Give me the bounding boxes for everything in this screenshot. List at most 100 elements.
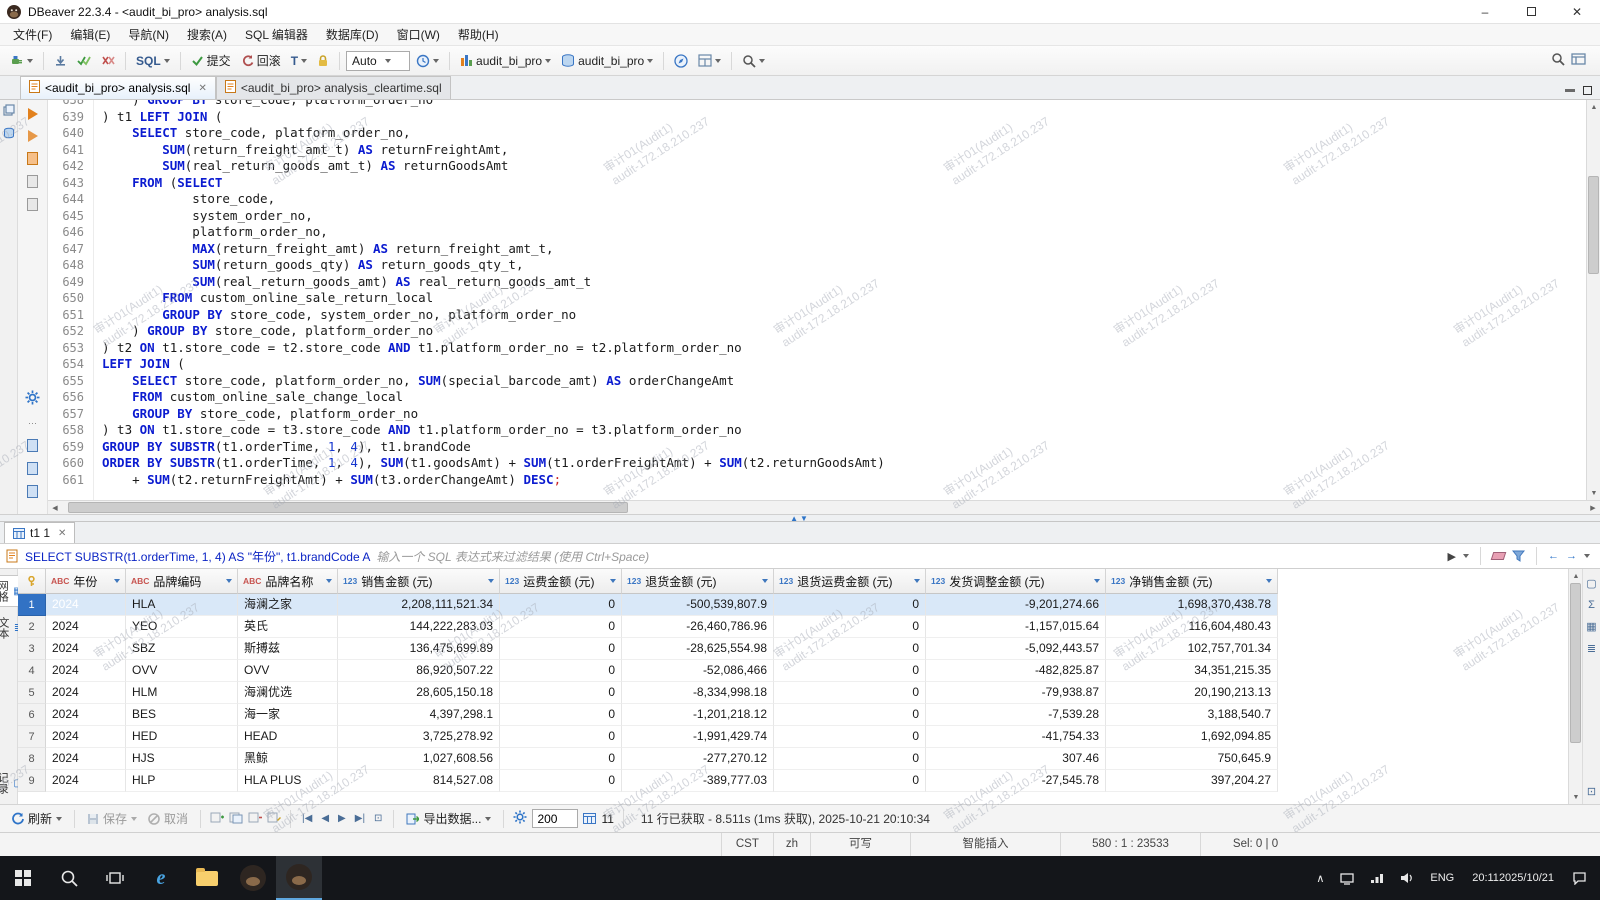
- table-row[interactable]: 42024OVVOVV86,920,507.220-52,086,4660-48…: [18, 660, 1568, 682]
- grid-scroll-down-arrow[interactable]: ▼: [1569, 790, 1583, 804]
- column-filter-caret[interactable]: [114, 579, 120, 583]
- cell[interactable]: 英氏: [238, 616, 338, 638]
- minimize-view-icon[interactable]: [1565, 89, 1575, 92]
- cell[interactable]: 斯搏兹: [238, 638, 338, 660]
- cell[interactable]: HLA: [126, 594, 238, 616]
- close-button[interactable]: ✕: [1554, 0, 1600, 23]
- dbeaver-taskbar-button[interactable]: [230, 856, 276, 900]
- menu-item-3[interactable]: 搜索(A): [178, 24, 236, 46]
- output-log-icon[interactable]: [27, 485, 38, 498]
- refresh-button[interactable]: 刷新: [8, 808, 65, 829]
- cell[interactable]: 0: [500, 770, 622, 792]
- execute-query-icon[interactable]: [28, 108, 38, 120]
- cell[interactable]: 28,605,150.18: [338, 682, 500, 704]
- column-header-8[interactable]: 123净销售金额 (元): [1106, 569, 1278, 594]
- reconnect-button[interactable]: [73, 52, 95, 69]
- cell[interactable]: HED: [126, 726, 238, 748]
- cell[interactable]: 2,208,111,521.34: [338, 594, 500, 616]
- cell[interactable]: -52,086,466: [622, 660, 774, 682]
- cell[interactable]: 3,188,540.7: [1106, 704, 1278, 726]
- history-caret[interactable]: [1584, 554, 1590, 558]
- search-dropdown[interactable]: [738, 52, 769, 70]
- results-tab-close-icon[interactable]: ✕: [58, 528, 66, 539]
- cell[interactable]: 海澜优选: [238, 682, 338, 704]
- filter-funnel-icon[interactable]: [1512, 550, 1525, 562]
- apply-filter-icon[interactable]: ▶: [1448, 550, 1456, 563]
- erase-filter-icon[interactable]: [1491, 552, 1507, 560]
- execute-new-tab-icon[interactable]: [28, 130, 38, 142]
- result-settings-gear-icon[interactable]: [513, 810, 527, 827]
- previous-row-icon[interactable]: ◀: [319, 813, 331, 824]
- file-explorer-button[interactable]: [184, 856, 230, 900]
- cell[interactable]: SBZ: [126, 638, 238, 660]
- column-filter-caret[interactable]: [914, 579, 920, 583]
- editor-tab-1[interactable]: <audit_bi_pro> analysis_cleartime.sql: [216, 76, 451, 99]
- cell[interactable]: -277,270.12: [622, 748, 774, 770]
- cell[interactable]: 0: [500, 682, 622, 704]
- cell[interactable]: 2024: [46, 726, 126, 748]
- cell[interactable]: 814,527.08: [338, 770, 500, 792]
- cell[interactable]: 0: [774, 616, 926, 638]
- editor-tab-0[interactable]: <audit_bi_pro> analysis.sql✕: [20, 76, 216, 99]
- transaction-log-button[interactable]: [412, 52, 443, 70]
- filter-placeholder[interactable]: 输入一个 SQL 表达式来过滤结果 (使用 Ctrl+Space): [376, 548, 1441, 565]
- table-row[interactable]: 92024HLPHLA PLUS814,527.080-389,777.030-…: [18, 770, 1568, 792]
- language-indicator[interactable]: ENG: [1422, 856, 1462, 900]
- add-row-icon[interactable]: [210, 811, 224, 827]
- scroll-up-arrow[interactable]: ▲: [1587, 100, 1600, 114]
- cell[interactable]: YEO: [126, 616, 238, 638]
- clock[interactable]: 20:11 2025/10/21: [1462, 856, 1564, 900]
- cell[interactable]: 0: [774, 682, 926, 704]
- cell[interactable]: 2024: [46, 748, 126, 770]
- cell[interactable]: 0: [774, 594, 926, 616]
- filter-query-text[interactable]: SELECT SUBSTR(t1.orderTime, 1, 4) AS "年份…: [25, 548, 370, 565]
- rollback-button[interactable]: 回滚: [237, 50, 285, 71]
- settings-gear-icon[interactable]: [25, 390, 40, 408]
- editor-results-splitter[interactable]: ▲▼: [0, 514, 1600, 522]
- autocommit-combo[interactable]: Auto: [346, 51, 410, 71]
- cell[interactable]: -389,777.03: [622, 770, 774, 792]
- grid-scroll-up-arrow[interactable]: ▲: [1569, 569, 1583, 583]
- menu-item-7[interactable]: 帮助(H): [449, 24, 508, 46]
- column-header-0[interactable]: ABC年份: [46, 569, 126, 594]
- menu-item-4[interactable]: SQL 编辑器: [236, 24, 317, 46]
- cell[interactable]: 海澜之家: [238, 594, 338, 616]
- execute-script-icon[interactable]: [27, 152, 38, 165]
- first-row-icon[interactable]: |◀: [300, 813, 314, 824]
- cell[interactable]: 2024: [46, 638, 126, 660]
- dbeaver-active-taskbar-button[interactable]: [276, 856, 322, 900]
- cell[interactable]: 2024: [46, 616, 126, 638]
- menu-item-6[interactable]: 窗口(W): [388, 24, 449, 46]
- fetch-size-input[interactable]: [532, 809, 578, 828]
- cell[interactable]: -7,539.28: [926, 704, 1106, 726]
- cell[interactable]: 116,604,480.43: [1106, 616, 1278, 638]
- export-data-button[interactable]: 导出数据...: [403, 808, 494, 829]
- grid-vscroll-thumb[interactable]: [1570, 583, 1581, 743]
- action-center-icon[interactable]: [1564, 856, 1595, 900]
- column-filter-caret[interactable]: [1094, 579, 1100, 583]
- editor-tab-close-icon[interactable]: ✕: [198, 83, 206, 94]
- cell[interactable]: HLA PLUS: [238, 770, 338, 792]
- cell[interactable]: 397,204.27: [1106, 770, 1278, 792]
- cell[interactable]: 0: [500, 704, 622, 726]
- scroll-down-arrow[interactable]: ▼: [1587, 486, 1600, 500]
- cell[interactable]: OVV: [238, 660, 338, 682]
- internet-explorer-button[interactable]: e: [138, 856, 184, 900]
- editor-horizontal-scrollbar[interactable]: ◀ ▶: [48, 500, 1600, 514]
- database-navigator-icon[interactable]: [3, 127, 15, 142]
- cell[interactable]: 1,698,370,438.78: [1106, 594, 1278, 616]
- cell[interactable]: 2024: [46, 770, 126, 792]
- maximize-button[interactable]: [1508, 0, 1554, 23]
- cell[interactable]: 0: [774, 748, 926, 770]
- history-forward-icon[interactable]: →: [1566, 550, 1577, 562]
- cell[interactable]: -1,201,218.12: [622, 704, 774, 726]
- results-tab[interactable]: t1 1 ✕: [4, 522, 75, 543]
- cell[interactable]: -28,625,554.98: [622, 638, 774, 660]
- cell[interactable]: -500,539,807.9: [622, 594, 774, 616]
- table-row[interactable]: 62024BES海一家4,397,298.10-1,201,218.120-7,…: [18, 704, 1568, 726]
- maximize-view-icon[interactable]: [1583, 86, 1592, 95]
- new-connection-button[interactable]: [6, 52, 37, 70]
- last-row-icon[interactable]: ▶|: [353, 813, 367, 824]
- value-panel-icon[interactable]: ▢: [1586, 577, 1596, 590]
- transaction-mode-button[interactable]: T: [287, 52, 311, 70]
